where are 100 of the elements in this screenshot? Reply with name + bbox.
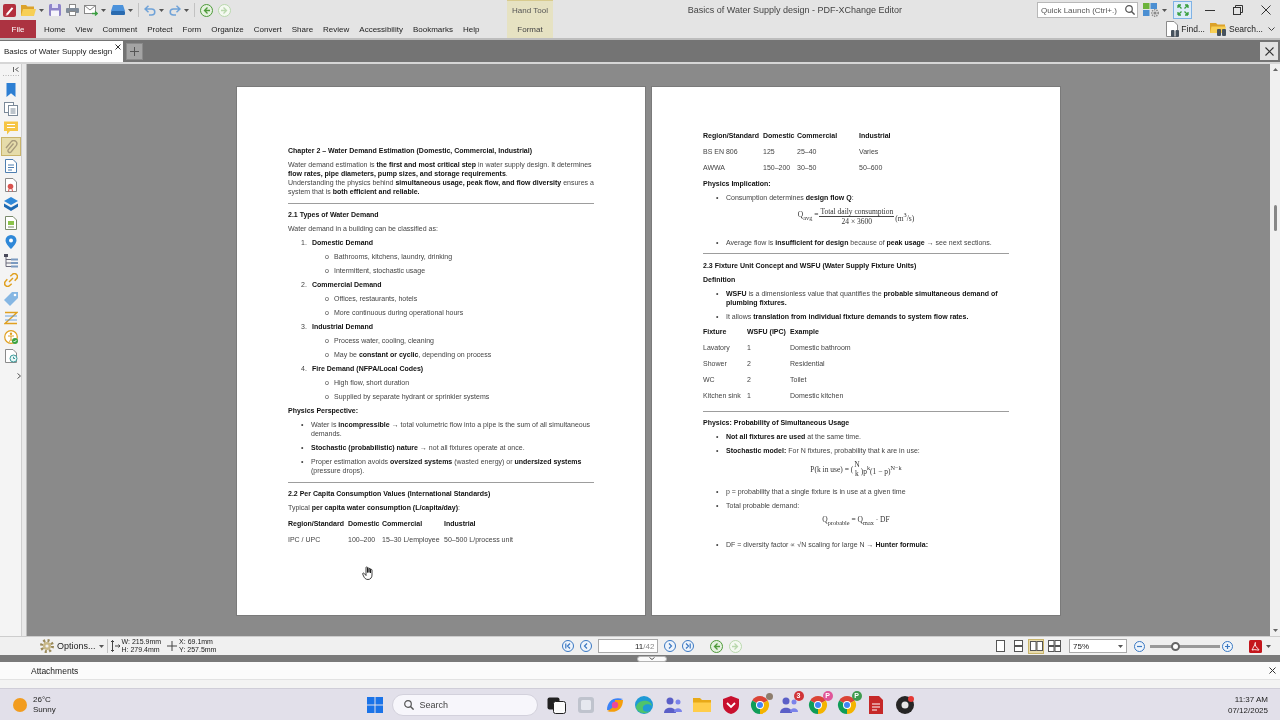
ribbon-tab[interactable]: View — [70, 20, 98, 38]
paperclip-icon — [3, 139, 18, 154]
stacked-pages-icon — [1013, 640, 1023, 652]
collapse-left-icon[interactable] — [13, 67, 19, 72]
chevron-down-icon — [649, 657, 655, 660]
minus-circle-icon[interactable] — [1134, 640, 1145, 652]
slider-thumb[interactable] — [1171, 641, 1181, 651]
app-logo-icon[interactable] — [3, 3, 16, 17]
zoom-slider[interactable] — [1150, 644, 1220, 648]
page-number-field[interactable]: 11/42 — [598, 639, 659, 653]
two-pages-icon — [1029, 641, 1043, 651]
ribbon-tab[interactable]: Organize — [206, 20, 249, 38]
plus-circle-icon[interactable] — [1222, 640, 1233, 652]
options-button[interactable]: Options... — [40, 639, 104, 653]
clock-date: 07/12/2025 — [1227, 704, 1268, 716]
ribbon-tab[interactable]: Accessibility — [354, 20, 408, 38]
document-lines-icon — [3, 158, 18, 173]
chevron-bar-right-icon[interactable] — [682, 640, 695, 652]
clock-time: 11:37 AM — [1234, 693, 1268, 705]
squares-gear-icon[interactable] — [1143, 3, 1159, 17]
file-tab[interactable]: File — [0, 20, 36, 38]
ribbon-tab[interactable]: Protect — [142, 20, 178, 38]
shield-icon[interactable] — [720, 694, 741, 715]
ribbon-tab[interactable]: Convert — [248, 20, 287, 38]
caret-icon — [1266, 644, 1271, 648]
search-icon[interactable] — [1125, 5, 1135, 15]
close-icon[interactable] — [1269, 667, 1276, 674]
quick-launch-field[interactable]: Quick Launch (Ctrl+.) — [1037, 2, 1138, 18]
scrollbar-thumb[interactable] — [1273, 205, 1277, 231]
tool-group-label: Hand Tool — [511, 5, 549, 17]
caret-icon — [101, 8, 106, 12]
fullscreen-button[interactable] — [1173, 1, 1192, 19]
search-icon[interactable] — [403, 699, 414, 710]
zigzag-icon — [3, 310, 18, 325]
close-icon[interactable] — [115, 44, 122, 50]
close-icon — [1264, 46, 1274, 56]
chevron-right-icon[interactable] — [664, 640, 677, 652]
ribbon-tab[interactable]: Share — [286, 20, 319, 38]
search-field[interactable]: Search — [391, 693, 538, 716]
segmented-circle-icon[interactable] — [807, 694, 828, 715]
caret-icon — [1118, 644, 1123, 648]
page-layout-button[interactable] — [1028, 638, 1044, 654]
scanner-icon[interactable] — [111, 5, 125, 15]
caret-icon — [1162, 8, 1167, 12]
chain-link-icon — [3, 272, 18, 287]
caret-down-icon[interactable] — [1272, 629, 1278, 632]
ribbon-tab[interactable]: Home — [39, 20, 71, 38]
ribbon-tab[interactable]: Help — [457, 20, 485, 38]
close-button[interactable] — [1260, 42, 1278, 60]
document-tab[interactable]: Basics of Water Supply design — [0, 41, 124, 62]
expand-arrows-icon — [1176, 4, 1189, 16]
search-button[interactable]: Search... — [1209, 22, 1263, 36]
pdf-icon[interactable] — [1249, 639, 1262, 653]
caret-icon — [184, 8, 189, 12]
curved-arrow-left-icon[interactable] — [144, 4, 156, 16]
wave-circle-icon[interactable] — [633, 694, 654, 715]
four-pages-icon — [1047, 640, 1061, 652]
chevron-down-icon[interactable] — [1268, 27, 1275, 31]
chevron-right-icon[interactable] — [17, 373, 21, 379]
minimize-icon — [1205, 9, 1215, 11]
find-button[interactable]: Find... — [1166, 21, 1205, 37]
document-clock-icon — [3, 348, 18, 363]
pane-title: Attachments — [31, 665, 80, 676]
close-icon — [1261, 5, 1271, 15]
zoom-dropdown[interactable]: 75% — [1069, 639, 1127, 653]
pages-icon — [3, 101, 18, 116]
crosshair-icon — [167, 641, 178, 651]
hand-cursor-icon — [362, 566, 374, 580]
ribbon-tab[interactable]: Bookmarks — [407, 20, 458, 38]
collapse-handle[interactable] — [637, 655, 667, 662]
window-title: Basics of Water Supply design - PDF-XChange Editor — [686, 5, 904, 15]
single-page-icon — [995, 640, 1005, 652]
caret-icon — [128, 8, 133, 12]
document-seal-icon — [3, 177, 18, 192]
document-picture-icon — [3, 215, 18, 230]
arrow-left-icon[interactable] — [200, 3, 213, 17]
segmented-circle-icon[interactable] — [749, 694, 770, 715]
ribbon-tab[interactable]: Form — [177, 20, 207, 38]
printer-icon[interactable] — [66, 4, 79, 16]
bar-chevron-left-icon[interactable] — [562, 640, 575, 652]
disc-icon[interactable] — [894, 694, 915, 715]
accessibility-icon — [3, 329, 18, 344]
ribbon-tab[interactable]: Comment — [97, 20, 143, 38]
arrow-left-icon[interactable] — [710, 639, 724, 653]
folder-binoculars-icon — [1209, 22, 1227, 36]
caret-icon — [39, 8, 44, 12]
ribbon-tab[interactable]: Format — [507, 20, 553, 38]
plus-icon — [130, 47, 140, 56]
page-layout-button[interactable] — [1046, 638, 1062, 654]
segmented-circle-icon[interactable] — [836, 694, 857, 715]
chevron-left-icon[interactable] — [580, 640, 593, 652]
ribbon-tab[interactable]: Review — [318, 20, 355, 38]
curved-arrow-right-icon[interactable] — [169, 4, 181, 16]
vertical-scrollbar[interactable] — [1270, 64, 1280, 636]
caret-up-icon[interactable] — [1272, 68, 1278, 71]
dimension-arrows-icon — [110, 640, 120, 652]
weather-temperature: 26°C — [33, 694, 52, 705]
document-binoculars-icon — [1166, 21, 1180, 37]
tiles-icon[interactable] — [366, 696, 383, 713]
envelope-icon[interactable] — [84, 4, 98, 16]
